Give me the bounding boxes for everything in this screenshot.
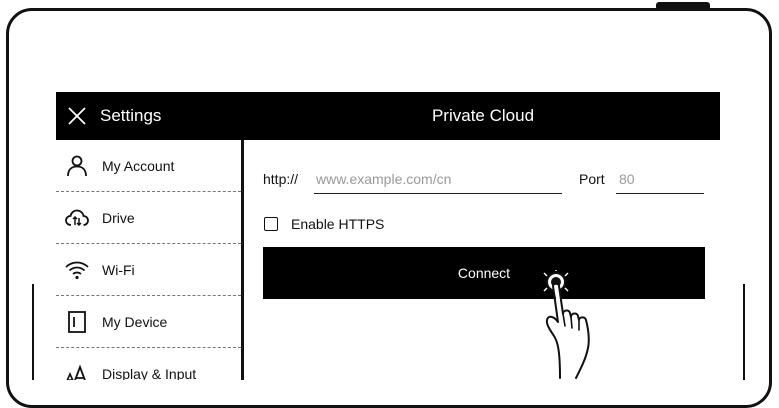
connect-button[interactable]: Connect [263,247,705,299]
sidebar-item-label: Display & Input [102,365,197,381]
settings-title: Settings [100,106,162,125]
server-url-input[interactable] [314,164,562,194]
port-input[interactable] [616,164,704,194]
cloud-sync-icon [65,209,89,226]
url-prefix-label: http:// [263,171,299,187]
port-label: Port [579,171,605,187]
page-title: Private Cloud [431,106,535,125]
sidebar-item-label: Wi-Fi [102,261,135,278]
sidebar-item-drive[interactable]: Drive [56,192,241,244]
device-edge-left [32,284,34,380]
settings-sidebar: My Account Drive Wi-Fi My Device Display… [56,140,244,380]
sidebar-item-my-account[interactable]: My Account [56,140,241,192]
enable-https-checkbox[interactable] [264,217,278,231]
sidebar-item-wifi[interactable]: Wi-Fi [56,244,241,296]
title-bar: Settings Private Cloud [56,92,720,140]
close-icon[interactable] [66,105,88,127]
device-edge-right [743,284,745,380]
device-icon [68,310,86,333]
sidebar-item-label: Drive [102,209,135,226]
private-cloud-panel: http:// Port Enable HTTPS Connect [244,140,720,380]
enable-https-label[interactable]: Enable HTTPS [291,216,384,232]
power-button [656,2,710,8]
sidebar-item-my-device[interactable]: My Device [56,296,241,348]
sidebar-item-display-input[interactable]: Display & Input [56,348,241,380]
sidebar-item-label: My Account [102,157,175,174]
user-icon [67,155,87,176]
wifi-icon [65,261,89,279]
sidebar-item-label: My Device [102,313,168,330]
tap-hand-icon [543,270,590,379]
font-size-icon [66,363,87,380]
